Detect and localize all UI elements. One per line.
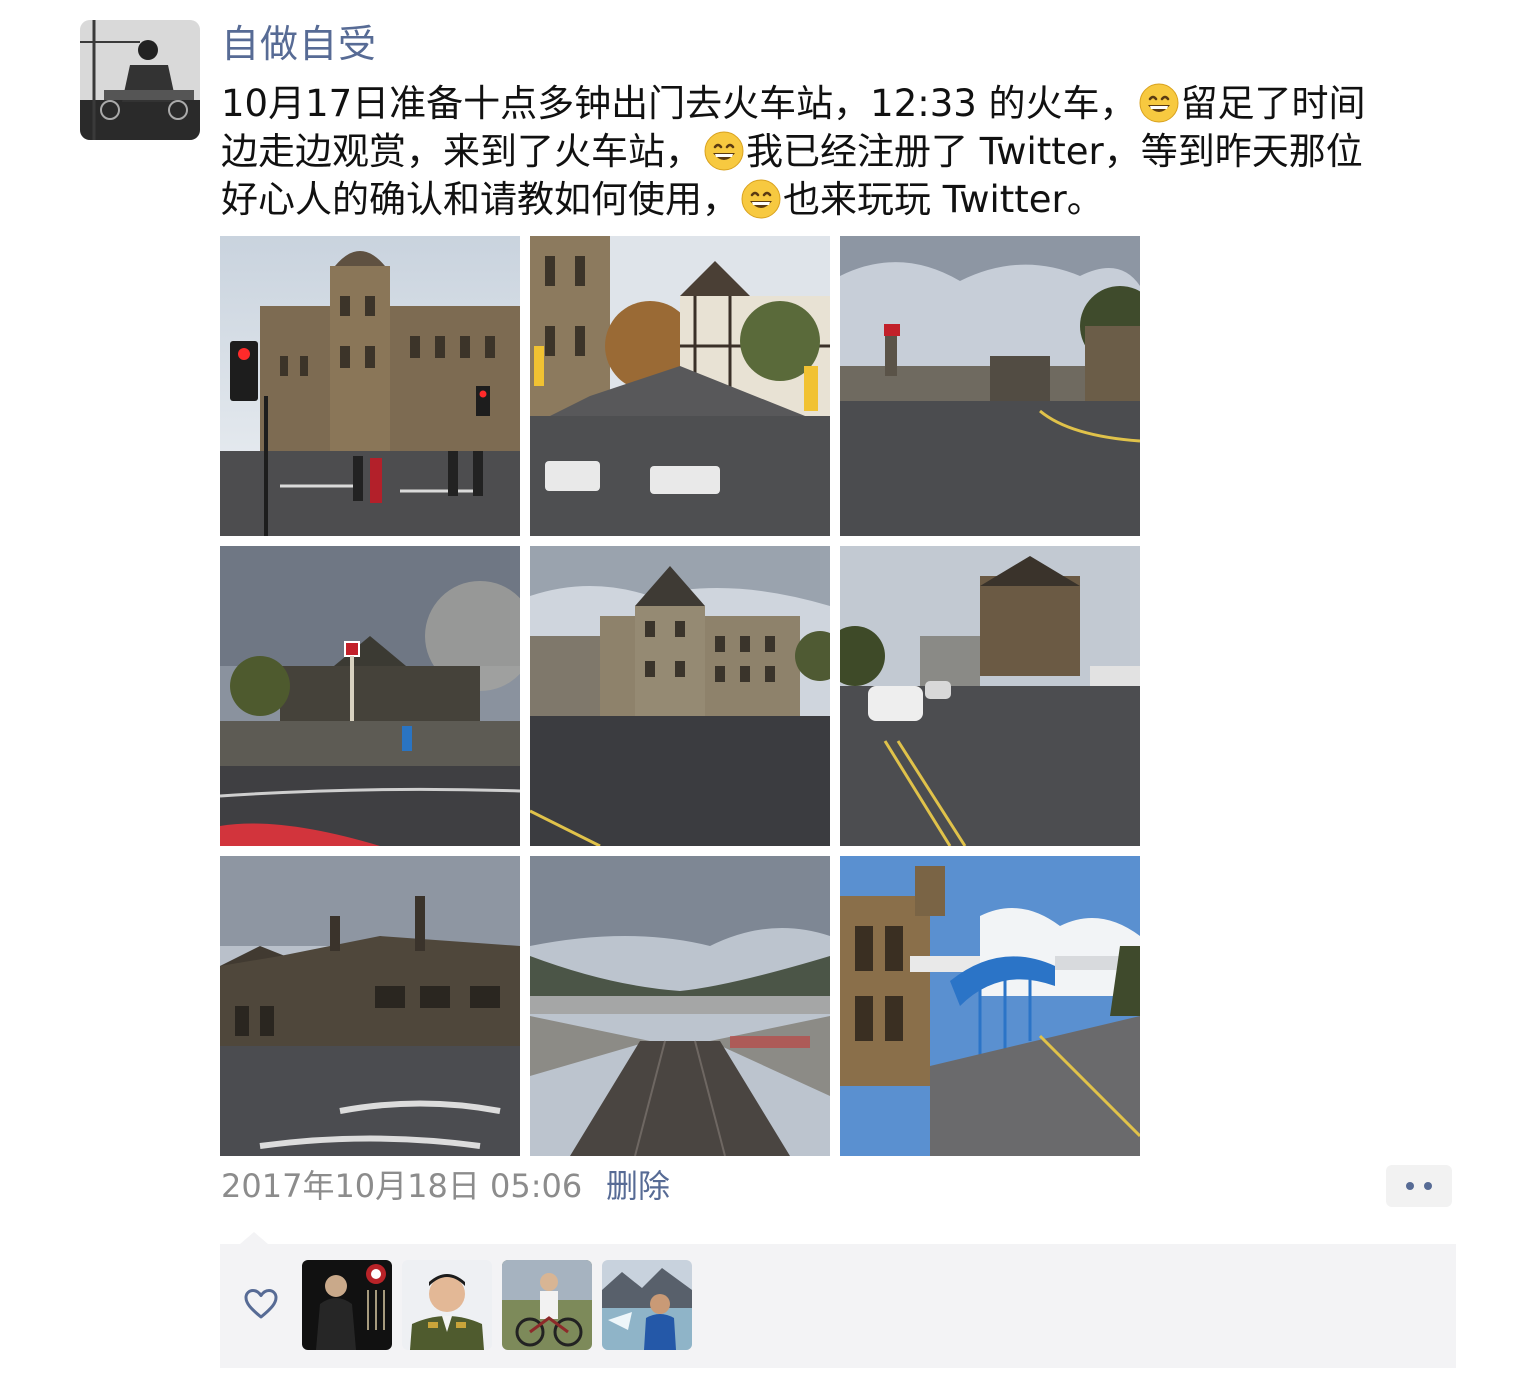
post-text: 10月17日准备十点多钟出门去火车站，12:33 的火车， 留足了时间 边走边观赏…	[221, 80, 1481, 224]
liker-avatar-2[interactable]	[402, 1260, 492, 1350]
liker-avatar-4[interactable]	[602, 1260, 692, 1350]
railway-tracks-photo[interactable]	[530, 856, 830, 1156]
station-road-photo[interactable]	[840, 236, 1140, 536]
grinning-face-icon	[741, 179, 781, 219]
liker-avatar-1[interactable]	[302, 1260, 392, 1350]
post-text-line-3: 好心人的确认和请教如何使用， 也来玩玩 Twitter。	[221, 176, 1481, 224]
post-text-line-2: 边走边观赏，来到了火车站， 我已经注册了 Twitter，等到昨天那位	[221, 128, 1481, 176]
post-text-segment: 也来玩玩 Twitter。	[783, 178, 1104, 221]
post-text-segment: 好心人的确认和请教如何使用，	[221, 178, 739, 221]
stone-building-photo[interactable]	[530, 546, 830, 846]
parked-cars-street-photo[interactable]	[840, 546, 1140, 846]
delete-button[interactable]: 删除	[606, 1164, 670, 1208]
post-text-segment: 10月17日准备十点多钟出门去火车站，12:33 的火车，	[221, 82, 1137, 125]
post-text-segment: 我已经注册了 Twitter，等到昨天那位	[746, 130, 1363, 173]
author-avatar[interactable]	[80, 20, 200, 140]
photo-grid	[220, 236, 1140, 1156]
railway-sign-photo[interactable]	[220, 546, 520, 846]
post-text-line-1: 10月17日准备十点多钟出门去火车站，12:33 的火车， 留足了时间	[221, 80, 1481, 128]
post-text-segment: 边走边观赏，来到了火车站，	[221, 130, 702, 173]
heart-icon	[244, 1289, 278, 1319]
likes-panel-arrow	[240, 1232, 268, 1244]
more-dots-icon	[1406, 1182, 1414, 1190]
grinning-face-icon	[704, 131, 744, 171]
station-platform-photo[interactable]	[840, 856, 1140, 1156]
stone-house-photo[interactable]	[220, 856, 520, 1156]
post-timestamp: 2017年10月18日 05:06	[221, 1167, 583, 1205]
author-name[interactable]: 自做自受	[221, 20, 377, 68]
avatar-icon	[80, 20, 200, 140]
grinning-face-icon	[1139, 83, 1179, 123]
post-text-segment: 留足了时间	[1180, 82, 1366, 125]
liker-avatar-3[interactable]	[502, 1260, 592, 1350]
street-town-hall-photo[interactable]	[220, 236, 520, 536]
more-options-button[interactable]	[1386, 1165, 1452, 1207]
cobbled-street-photo[interactable]	[530, 236, 830, 536]
more-dots-icon	[1424, 1182, 1432, 1190]
